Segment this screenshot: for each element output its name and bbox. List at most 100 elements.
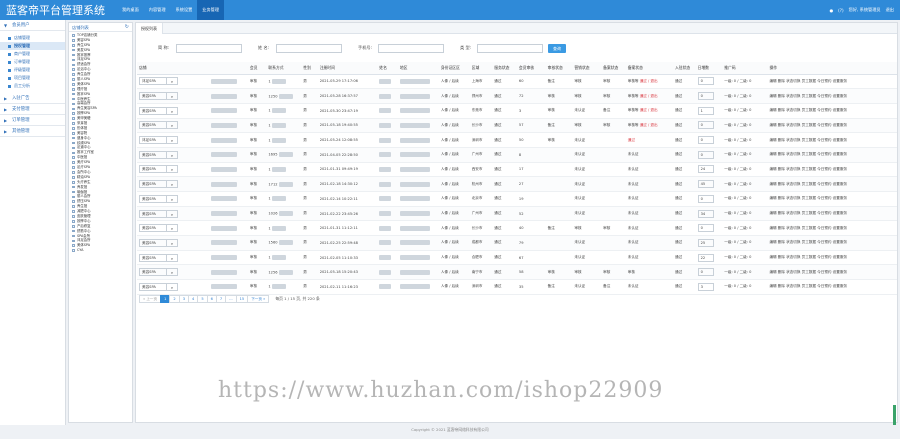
cell-actions[interactable]: 编辑 删除 状态切换 员工数据 今日预约 设置服务 — [767, 250, 897, 266]
cell-marketing[interactable] — [601, 176, 626, 192]
cell-actions[interactable]: 编辑 删除 状态切换 员工数据 今日预约 设置服务 — [767, 206, 897, 222]
cell-id-check[interactable]: 人像 / 后续 — [438, 118, 470, 134]
cell-id-check[interactable]: 人像 / 后续 — [438, 264, 470, 281]
cell-member[interactable]: 审核 — [247, 132, 267, 148]
daily-input[interactable]: 45 — [697, 180, 714, 189]
cell-audit-link[interactable] — [545, 176, 573, 192]
cell-marketing[interactable]: 备注 — [601, 103, 626, 119]
search-icon[interactable]: ⌕ — [167, 77, 178, 86]
shop-select[interactable]: 美容SPA — [139, 238, 167, 247]
shop-select[interactable]: 美容SPA — [139, 268, 167, 277]
daily-input[interactable]: 1 — [697, 106, 714, 115]
search-icon[interactable]: ⌕ — [167, 194, 178, 203]
shop-select[interactable]: 沐足SPA — [139, 136, 167, 145]
cell-actions[interactable]: 编辑 删除 状态切换 员工数据 今日预约 设置服务 — [767, 132, 897, 148]
cell-marketing[interactable]: 审核 — [601, 118, 626, 134]
top-nav-desktop[interactable]: 我的桌面 — [117, 0, 144, 20]
sidebar-item[interactable]: 店铺管理 — [0, 34, 65, 42]
shop-select[interactable]: 美容SPA — [139, 106, 167, 115]
daily-input[interactable]: 0 — [697, 92, 714, 101]
cell-id-check[interactable]: 人像 / 后续 — [438, 162, 470, 178]
top-nav-content[interactable]: 内容管理 — [144, 0, 171, 20]
cell-member[interactable]: 审核 — [247, 88, 267, 104]
cell-marketing[interactable]: 审核 — [601, 220, 626, 237]
cell-id-check[interactable]: 人像 / 后续 — [438, 103, 470, 119]
search-icon[interactable]: ⌕ — [167, 238, 178, 247]
top-nav-system[interactable]: 系统设置 — [171, 0, 198, 20]
cell-marketing[interactable] — [601, 235, 626, 251]
cell-audit-link[interactable]: 审核 — [545, 88, 573, 104]
filter-name-input[interactable] — [176, 44, 242, 53]
shop-select[interactable]: 美容SPA — [139, 121, 167, 130]
daily-input[interactable]: 0 — [697, 121, 714, 130]
shop-select[interactable]: 美容SPA — [139, 165, 167, 174]
shop-select[interactable]: 美容SPA — [139, 194, 167, 203]
cell-audit-link[interactable]: 备注 — [545, 220, 573, 237]
tree-item[interactable]: CYA — [69, 248, 132, 253]
top-nav-business[interactable]: 业务管理 — [197, 0, 225, 20]
cell-id-check[interactable]: 人像 / 后续 — [438, 235, 470, 251]
shop-select[interactable]: 美容SPA — [139, 224, 167, 233]
cell-marketing[interactable]: 备注 — [601, 279, 626, 295]
daily-input[interactable]: 0 — [697, 77, 714, 86]
record-actions[interactable]: 通过 / 退出 — [640, 108, 658, 112]
daily-input[interactable]: 0 — [697, 150, 714, 159]
record-actions[interactable]: 通过 — [628, 138, 635, 142]
cell-actions[interactable]: 编辑 删除 状态切换 员工数据 今日预约 设置服务 — [767, 147, 897, 163]
shop-select[interactable]: 美容SPA — [139, 92, 167, 101]
cell-member[interactable]: 审核 — [247, 103, 267, 119]
cell-marketing[interactable] — [601, 162, 626, 178]
cell-marketing[interactable]: 审核 — [601, 88, 626, 104]
sidebar-group[interactable]: ▶ 支付管理 — [0, 104, 65, 115]
prev-page-button[interactable]: « 上一页 — [139, 295, 162, 303]
shop-select[interactable]: 沐足SPA — [139, 77, 167, 86]
filter-phone-input[interactable] — [378, 44, 444, 53]
cell-id-check[interactable]: 人像 / 后续 — [438, 250, 470, 266]
cell-actions[interactable]: 编辑 删除 状态切换 员工数据 今日预约 设置服务 — [767, 191, 897, 207]
daily-input[interactable]: 0 — [697, 268, 714, 277]
cell-marketing[interactable]: 审核 — [601, 264, 626, 281]
cell-actions[interactable]: 编辑 删除 状态切换 员工数据 今日预约 设置服务 — [767, 74, 897, 90]
daily-input[interactable]: 0 — [697, 224, 714, 233]
daily-input[interactable]: 25 — [697, 238, 714, 247]
cell-member[interactable]: 审核 — [247, 264, 267, 281]
scroll-indicator[interactable] — [893, 405, 896, 425]
record-actions[interactable]: 通过 / 退出 — [640, 79, 658, 83]
search-icon[interactable]: ⌕ — [167, 268, 178, 277]
logout-link[interactable]: 退出 — [886, 7, 894, 13]
cell-actions[interactable]: 编辑 删除 状态切换 员工数据 今日预约 设置服务 — [767, 88, 897, 104]
cell-marketing[interactable] — [601, 132, 626, 148]
search-icon[interactable]: ⌕ — [167, 180, 178, 189]
refresh-icon[interactable]: ↻ — [125, 23, 129, 32]
sidebar-item[interactable]: 员工分析 — [0, 82, 65, 90]
cell-audit-link[interactable] — [545, 206, 573, 222]
daily-input[interactable]: 22 — [697, 253, 714, 262]
cell-id-check[interactable]: 人像 / 后续 — [438, 176, 470, 192]
query-button[interactable]: 查询 — [548, 44, 566, 53]
search-icon[interactable]: ⌕ — [167, 121, 178, 130]
sidebar-item[interactable]: 评级管理 — [0, 66, 65, 74]
next-page-button[interactable]: 下一页 » — [247, 295, 270, 303]
cell-audit-link[interactable]: 审核 — [545, 132, 573, 148]
cell-id-check[interactable]: 人像 / 后续 — [438, 279, 470, 295]
shop-select[interactable]: 美容SPA — [139, 253, 167, 262]
daily-input[interactable]: 24 — [697, 165, 714, 174]
sidebar-item[interactable]: 授权管理 — [0, 42, 65, 50]
cell-actions[interactable]: 编辑 删除 状态切换 员工数据 今日预约 设置服务 — [767, 176, 897, 192]
cell-actions[interactable]: 编辑 删除 状态切换 员工数据 今日预约 设置服务 — [767, 220, 897, 237]
tab-auth-list[interactable]: 授权列表 — [136, 23, 163, 34]
cell-id-check[interactable]: 人像 / 后续 — [438, 132, 470, 148]
cell-actions[interactable]: 编辑 删除 状态切换 员工数据 今日预约 设置服务 — [767, 118, 897, 134]
cell-actions[interactable]: 编辑 删除 状态切换 员工数据 今日预约 设置服务 — [767, 162, 897, 178]
cell-member[interactable]: 审核 — [247, 118, 267, 134]
cell-id-check[interactable]: 人像 / 后续 — [438, 206, 470, 222]
cell-member[interactable]: 审核 — [247, 250, 267, 266]
daily-input[interactable]: 0 — [697, 136, 714, 145]
daily-input[interactable]: 0 — [697, 194, 714, 203]
search-icon[interactable]: ⌕ — [167, 92, 178, 101]
sidebar-group[interactable]: ▶ 入驻广告 — [0, 93, 65, 104]
sidebar-item[interactable]: 商户管理 — [0, 50, 65, 58]
user-greeting[interactable]: 您好, 系统管理员 — [849, 7, 881, 13]
cell-id-check[interactable]: 人像 / 后续 — [438, 191, 470, 207]
cell-audit-link[interactable] — [545, 191, 573, 207]
